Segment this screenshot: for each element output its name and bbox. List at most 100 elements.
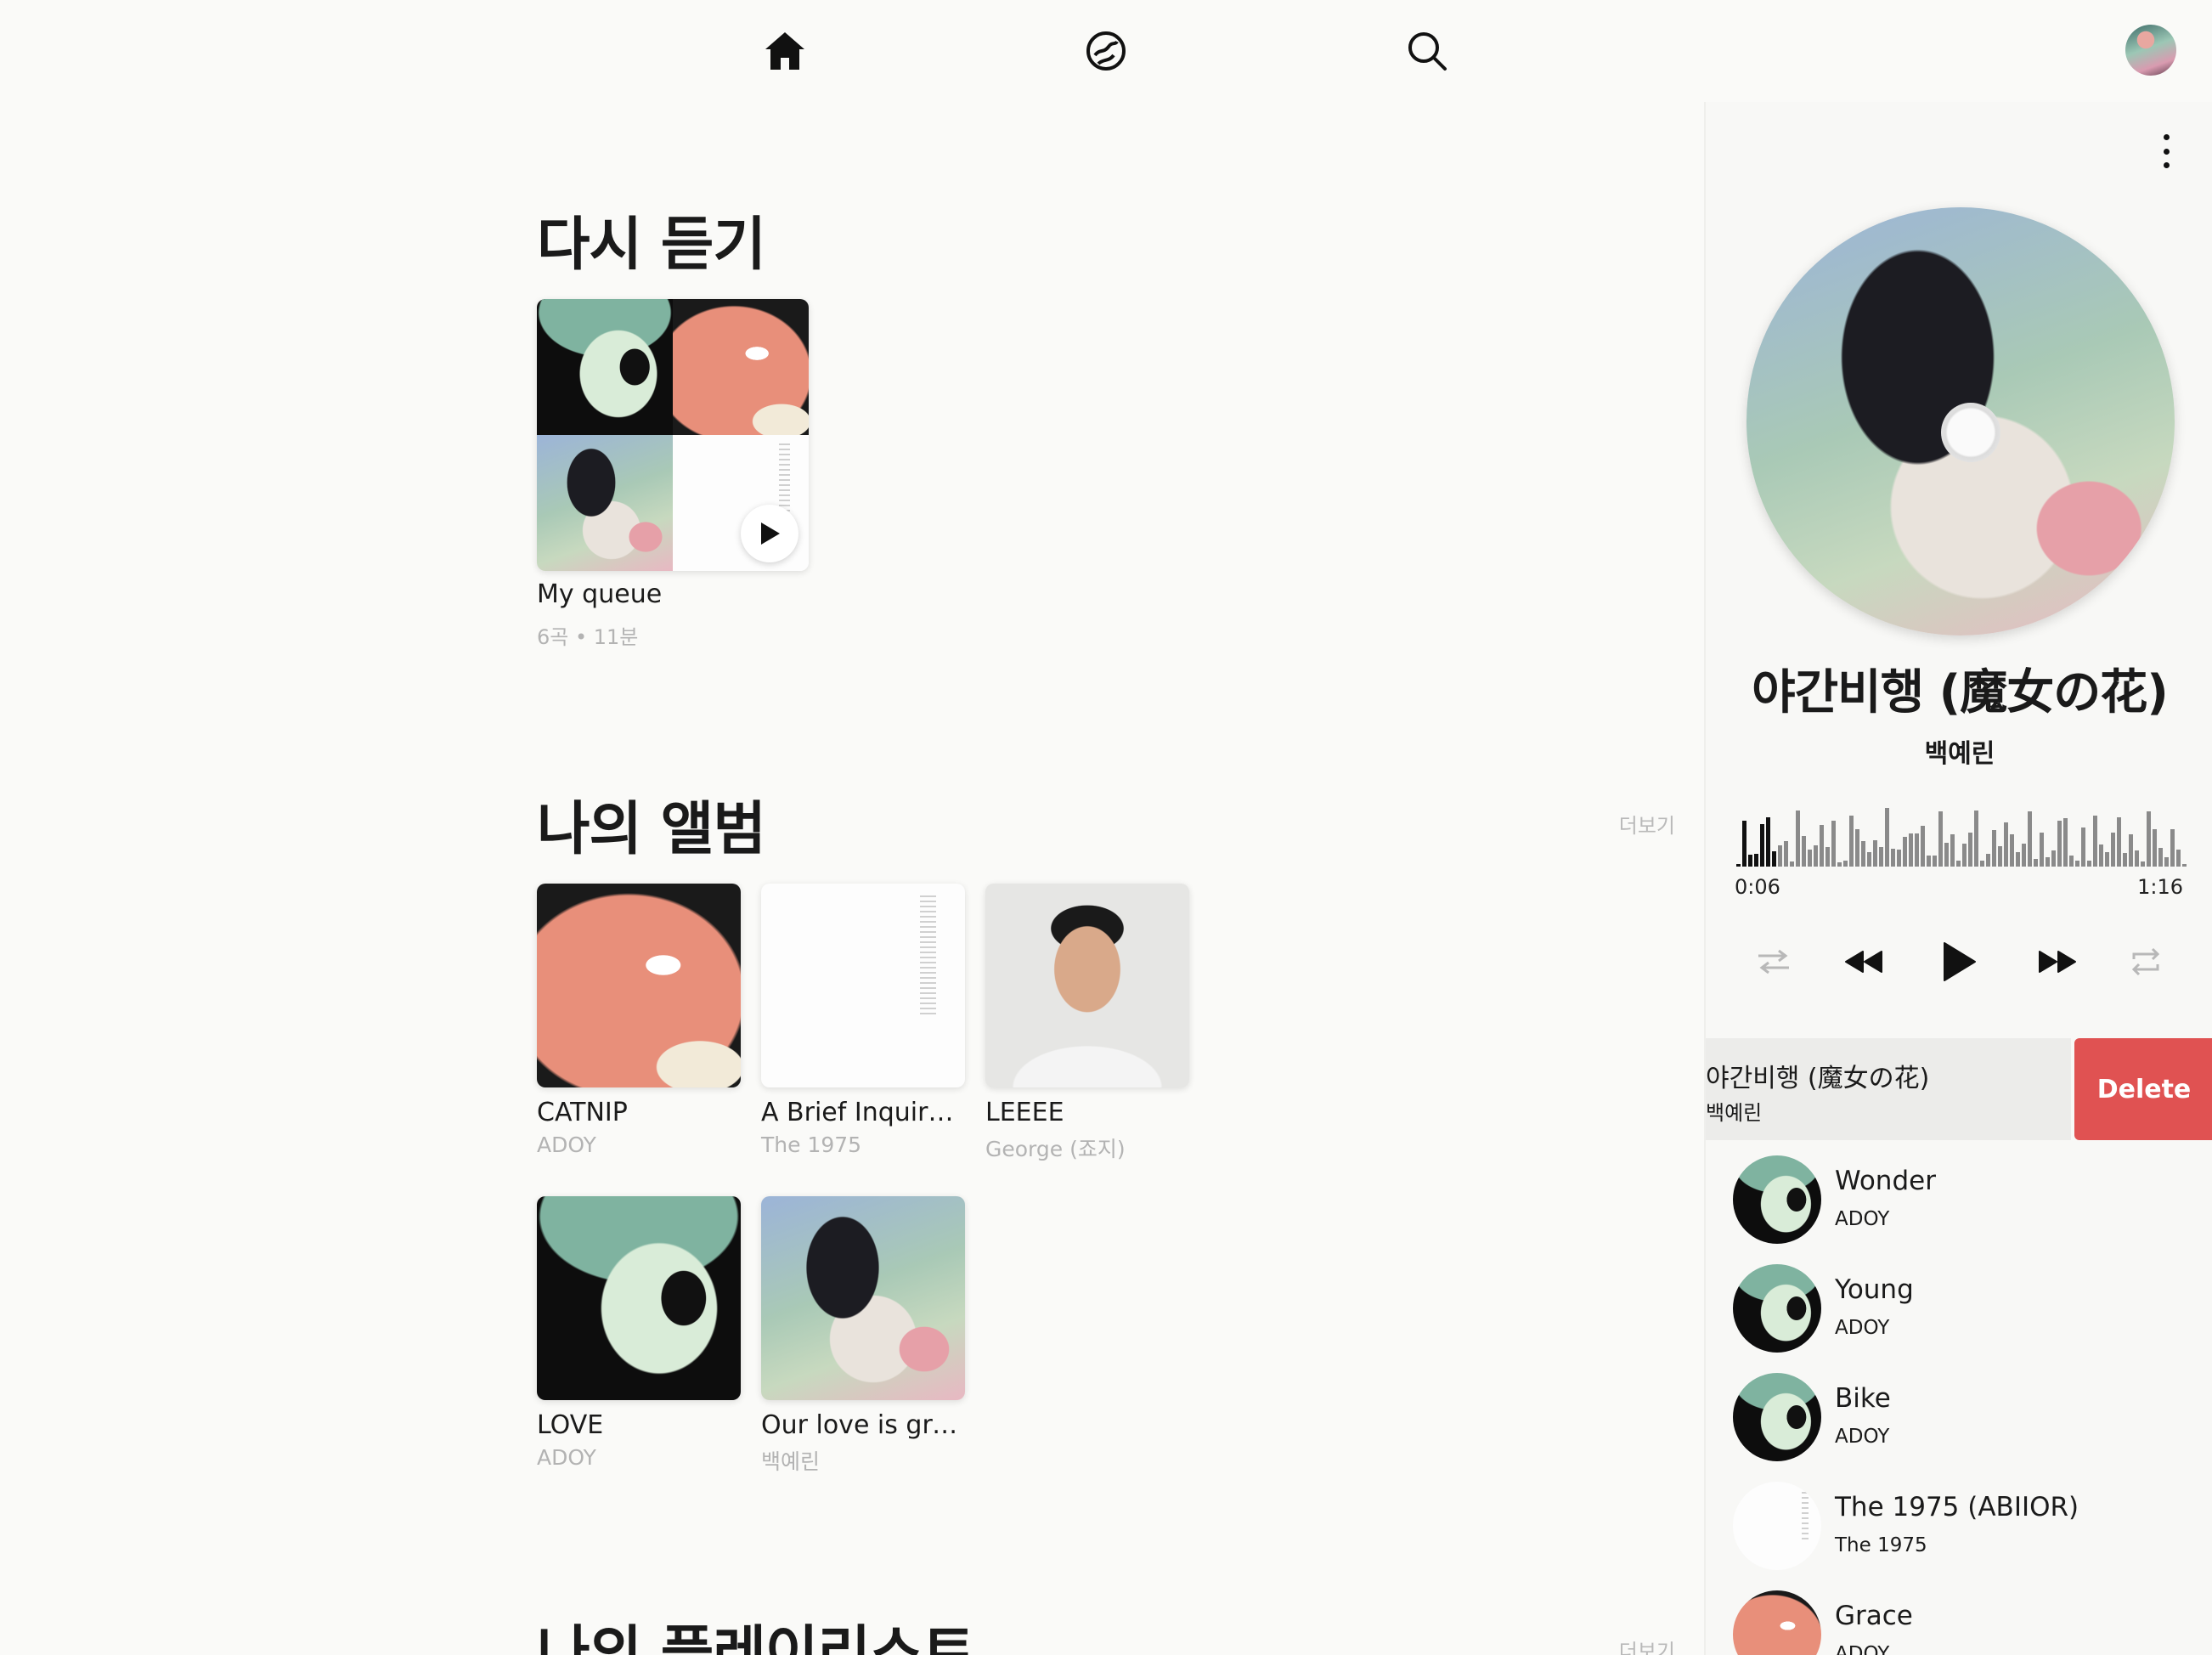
queue-item-thumbnail (1733, 1373, 1821, 1461)
waveform-bar (1837, 862, 1842, 867)
album-artist: George (죠지) (985, 1137, 1126, 1161)
album-card[interactable]: A Brief Inquiry Into Online Relationship… (761, 884, 965, 1157)
waveform-bar (1891, 849, 1895, 867)
waveform-bar (2081, 828, 2085, 867)
waveform-bar (1867, 852, 1871, 867)
queue-item[interactable]: Bike ADOY (1733, 1373, 2192, 1466)
repeat-icon[interactable] (2120, 928, 2171, 996)
waveform-bar (2022, 844, 2026, 867)
waveform-bar (1921, 826, 1925, 867)
disc-center-hole (1941, 403, 2000, 462)
album-title: LEEEE (985, 1098, 1064, 1127)
waveform-bar (1742, 821, 1746, 867)
queue-item[interactable]: The 1975 (ABIIOR) The 1975 (1733, 1482, 2192, 1575)
now-playing-title: 야간비행 (魔女の花) (1752, 665, 2169, 720)
waveform-bar (2093, 816, 2097, 867)
queue-card-title[interactable]: My queue (537, 579, 662, 609)
album-card[interactable]: LEEEE George (죠지) (985, 884, 1189, 1163)
queue-play-button[interactable] (741, 505, 798, 562)
queue-item[interactable]: Young ADOY (1733, 1264, 2192, 1358)
waveform-bar (1820, 825, 1824, 867)
section-title-my-playlists: 나의 플레이리스트 (537, 1620, 975, 1655)
waveform-bar (1986, 854, 1990, 867)
waveform-bar (2158, 848, 2163, 867)
waveform-bar (1778, 845, 1782, 867)
home-icon[interactable] (759, 25, 810, 76)
queue-art-2 (673, 299, 809, 435)
now-playing-disc-art (1746, 207, 2175, 635)
waveform-bar (2170, 829, 2175, 867)
waveform-bar (2176, 850, 2181, 867)
album-title: Our love is great (761, 1410, 965, 1440)
shuffle-icon[interactable] (1748, 928, 1799, 996)
waveform-bar (1956, 861, 1961, 867)
queue-item-title: Young (1835, 1274, 1914, 1305)
album-title: A Brief Inquiry Into Online Relationship… (761, 1098, 965, 1127)
main-content: 다시 듣기 My queue 6곡 • 11분 나의 앨범 더보기 CATNIP… (537, 102, 1675, 1655)
queue-item[interactable]: Grace ADOY (1733, 1590, 2192, 1655)
waveform-bar (1962, 844, 1967, 867)
delete-button[interactable]: Delete (2074, 1038, 2212, 1140)
more-options-icon[interactable] (2158, 134, 2175, 168)
waveform-bar (1766, 817, 1770, 867)
queue-item-artist: ADOY (1835, 1317, 1890, 1339)
waveform-bar (2153, 829, 2157, 867)
previous-icon[interactable] (1830, 928, 1898, 996)
queue-art-1 (537, 299, 673, 435)
waveform-bar (2010, 834, 2014, 867)
waveform-bar (2034, 859, 2038, 867)
waveform-bar (1736, 864, 1741, 867)
album-cover (761, 884, 965, 1087)
waveform-bar (2046, 857, 2050, 867)
waveform-bar (1831, 821, 1836, 867)
queue-art-3 (537, 435, 673, 571)
waveform-bar (2164, 857, 2169, 867)
waveform-bar (1992, 830, 1996, 867)
queue-card-meta: 6곡 • 11분 (537, 625, 639, 649)
search-icon[interactable] (1402, 25, 1453, 76)
waveform-bar (2087, 861, 2091, 867)
queue-item-artist: ADOY (1835, 1426, 1890, 1448)
queue-item-title: Grace (1835, 1601, 1913, 1631)
queue-item-artist: 백예린 (1706, 1101, 1763, 1125)
my-albums-more-link[interactable]: 더보기 (1619, 809, 1675, 839)
waveform-bar (1814, 845, 1818, 867)
queue-item[interactable]: Wonder ADOY (1733, 1155, 2192, 1249)
album-artist: The 1975 (761, 1133, 862, 1157)
waveform-bar (1980, 861, 1984, 867)
elapsed-time: 0:06 (1735, 875, 1780, 899)
waveform-bar (2117, 817, 2121, 867)
album-cover (761, 1196, 965, 1400)
waveform-bar (2141, 861, 2145, 867)
waveform-bar (2069, 856, 2074, 867)
user-avatar[interactable] (2125, 25, 2176, 76)
section-title-listen-again: 다시 듣기 (537, 212, 766, 279)
album-artist: 백예린 (761, 1449, 821, 1474)
waveform-bar (2099, 844, 2103, 867)
next-icon[interactable] (2023, 928, 2091, 996)
play-icon[interactable] (1921, 928, 1998, 996)
queue-item-artist: The 1975 (1835, 1534, 1927, 1556)
waveform-bar (1915, 833, 1919, 867)
queue-row-swiped[interactable]: 야간비행 (魔女の花) 백예린 Delete (1706, 1038, 2212, 1140)
waveform-bar (1944, 843, 1949, 867)
album-card[interactable]: Our love is great 백예린 (761, 1196, 965, 1476)
album-artist: ADOY (537, 1445, 596, 1470)
waveform-bar (1879, 847, 1883, 867)
waveform-bar (2123, 853, 2127, 867)
waveform-progress[interactable] (1736, 795, 2187, 867)
queue-item-thumbnail (1733, 1155, 1821, 1244)
play-icon (761, 522, 780, 545)
waveform-bar (1808, 850, 1812, 867)
album-card[interactable]: LOVE ADOY (537, 1196, 741, 1470)
waveform-bar (2016, 852, 2020, 867)
queue-item-thumbnail (1733, 1590, 1821, 1655)
waveform-bar (1998, 846, 2002, 867)
total-duration: 1:16 (2137, 875, 2183, 899)
explore-icon[interactable] (1081, 25, 1131, 76)
waveform-bar (1855, 829, 1859, 867)
album-card[interactable]: CATNIP ADOY (537, 884, 741, 1157)
now-playing-artist[interactable]: 백예린 (1706, 732, 2212, 770)
my-playlists-more-link[interactable]: 더보기 (1619, 1635, 1675, 1655)
waveform-bar (1974, 811, 1978, 867)
